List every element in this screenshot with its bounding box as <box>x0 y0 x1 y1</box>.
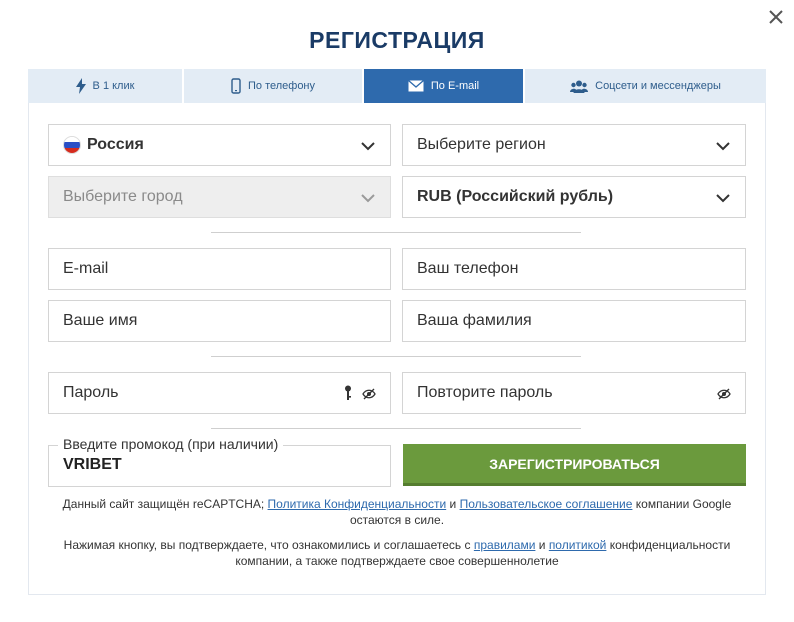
recaptcha-text: Данный сайт защищён reCAPTCHA; <box>62 497 265 511</box>
tab-email[interactable]: По E-mail <box>364 69 525 103</box>
privacy-policy-link-2[interactable]: политикой <box>549 538 607 552</box>
country-select[interactable]: Россия <box>48 124 391 166</box>
rules-link[interactable]: правилами <box>474 538 536 552</box>
tab-label: По телефону <box>247 80 316 92</box>
tab-label: В 1 клик <box>92 80 135 92</box>
tab-one-click[interactable]: В 1 клик <box>28 69 184 103</box>
chevron-down-icon <box>716 142 730 151</box>
tab-label: По E-mail <box>430 80 480 92</box>
section-divider <box>211 428 581 429</box>
region-value: Выберите регион <box>417 136 546 153</box>
country-value: Россия <box>87 136 144 153</box>
password-placeholder: Пароль <box>63 384 119 401</box>
currency-value: RUB (Российский рубль) <box>417 188 614 205</box>
chevron-down-icon <box>361 142 375 151</box>
first-name-field[interactable]: Ваше имя <box>48 300 391 342</box>
users-icon <box>570 80 589 93</box>
city-value: Выберите город <box>63 188 183 205</box>
terms-link[interactable]: Пользовательское соглашение <box>460 497 633 511</box>
chevron-down-icon <box>716 194 730 203</box>
russia-flag-icon <box>63 136 81 154</box>
register-button[interactable]: ЗАРЕГИСТРИРОВАТЬСЯ <box>403 444 746 486</box>
phone-icon <box>231 78 241 94</box>
recaptcha-notice: Данный сайт защищён reCAPTCHA; Политика … <box>48 496 746 528</box>
eye-slash-icon[interactable] <box>717 387 731 401</box>
region-select[interactable]: Выберите регион <box>402 124 746 166</box>
password-field[interactable]: Пароль <box>48 372 391 414</box>
last-name-placeholder: Ваша фамилия <box>417 312 532 329</box>
last-name-field[interactable]: Ваша фамилия <box>402 300 746 342</box>
registration-tabs: В 1 клик По телефону По E-mail Соцсети и… <box>28 69 766 103</box>
envelope-icon <box>407 80 424 92</box>
first-name-placeholder: Ваше имя <box>63 312 138 329</box>
section-divider <box>211 232 581 233</box>
password-repeat-placeholder: Повторите пароль <box>417 384 553 401</box>
tab-phone[interactable]: По телефону <box>184 69 364 103</box>
close-icon[interactable] <box>766 7 786 27</box>
phone-field[interactable]: Ваш телефон <box>402 248 746 290</box>
key-icon[interactable] <box>344 385 352 401</box>
privacy-policy-link[interactable]: Политика Конфиденциальности <box>268 497 447 511</box>
section-divider <box>211 356 581 357</box>
promo-code-label: Введите промокод (при наличии) <box>58 436 284 452</box>
lightning-icon <box>75 78 86 94</box>
chevron-down-icon <box>361 194 375 203</box>
promo-code-value: VRIBET <box>63 456 122 473</box>
conjunction-text: и <box>538 538 546 552</box>
consent-text: Нажимая кнопку, вы подтверждаете, что оз… <box>63 538 471 552</box>
conjunction-text: и <box>449 497 457 511</box>
password-repeat-field[interactable]: Повторите пароль <box>402 372 746 414</box>
tab-label: Соцсети и мессенджеры <box>595 80 721 92</box>
email-placeholder: E-mail <box>63 260 109 277</box>
consent-notice: Нажимая кнопку, вы подтверждаете, что оз… <box>48 537 746 569</box>
city-select: Выберите город <box>48 176 391 218</box>
tab-socials[interactable]: Соцсети и мессенджеры <box>525 69 766 103</box>
email-field[interactable]: E-mail <box>48 248 391 290</box>
eye-slash-icon[interactable] <box>362 387 376 401</box>
page-title: РЕГИСТРАЦИЯ <box>309 27 485 53</box>
phone-placeholder: Ваш телефон <box>417 260 519 277</box>
currency-select[interactable]: RUB (Российский рубль) <box>402 176 746 218</box>
